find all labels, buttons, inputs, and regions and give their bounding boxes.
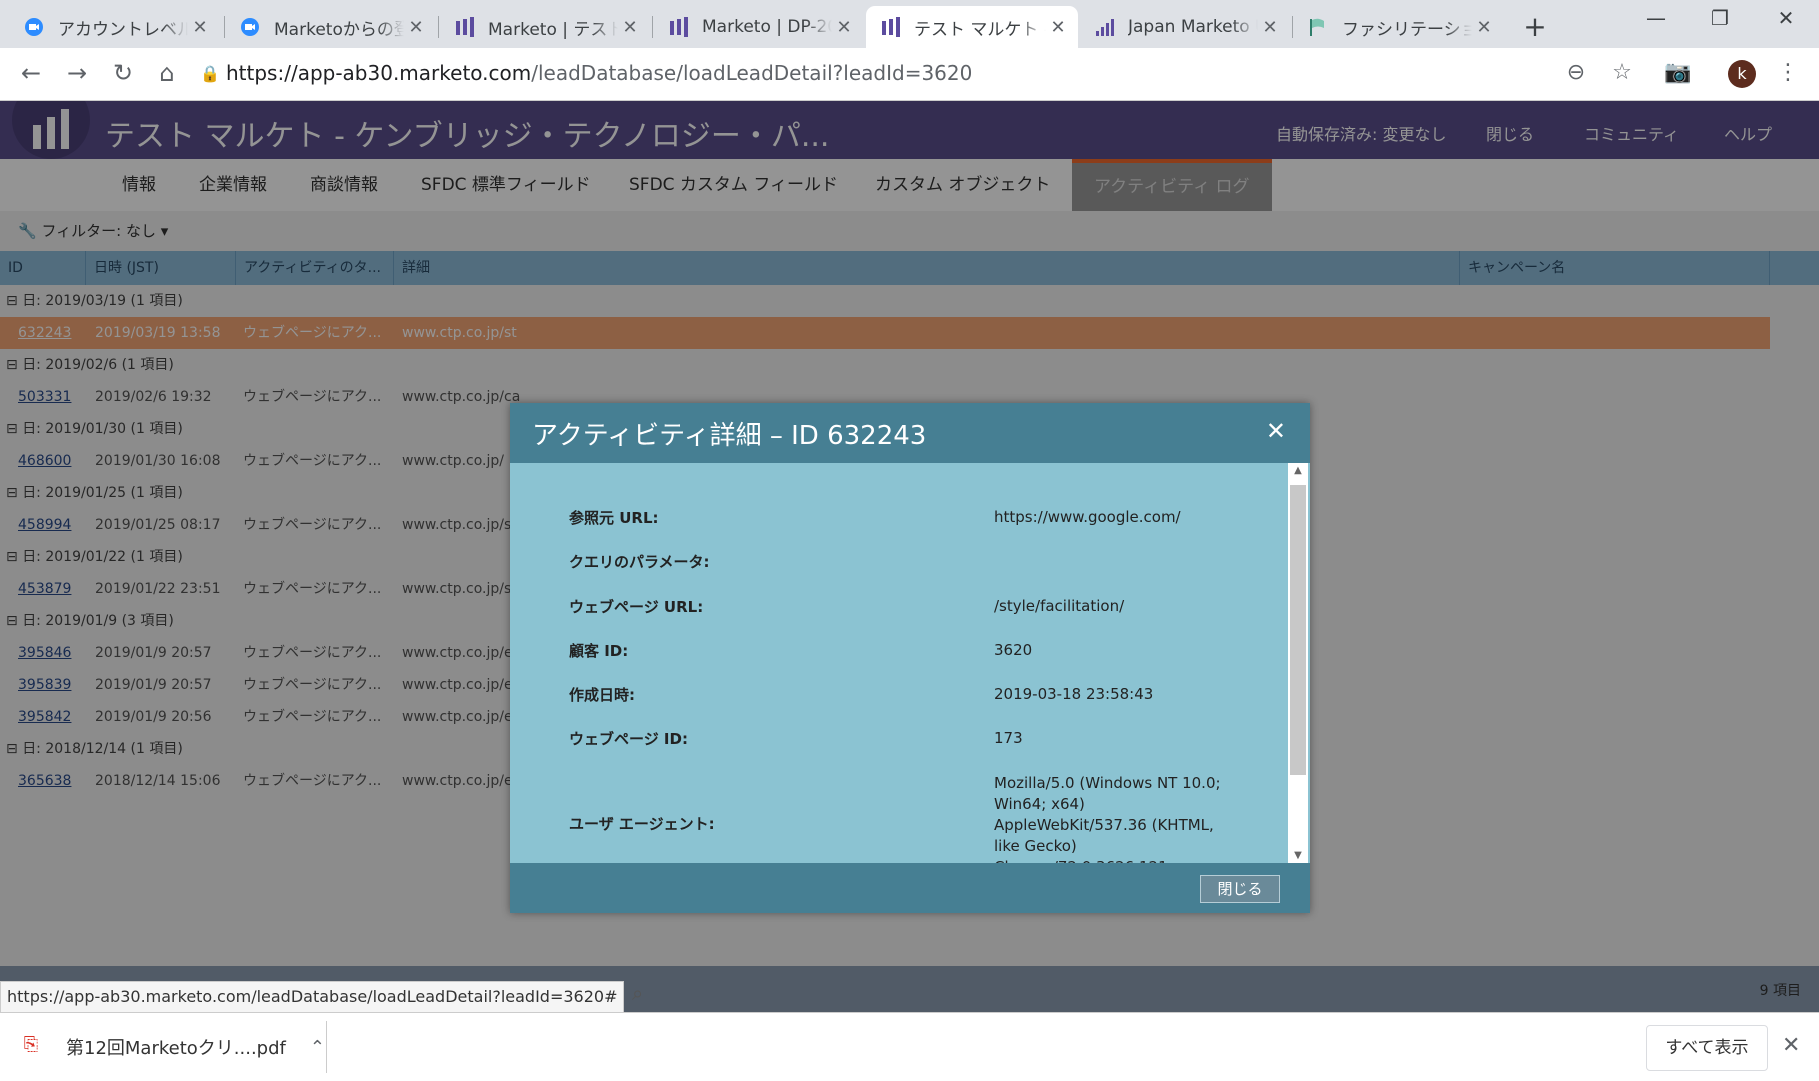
status-bar-url: https://app-ab30.marketo.com/leadDatabas…: [0, 981, 625, 1012]
close-icon[interactable]: ✕: [1266, 417, 1286, 445]
zoom-icon: [240, 17, 260, 37]
close-tab-icon[interactable]: ✕: [1472, 17, 1496, 38]
new-tab-button[interactable]: +: [1520, 10, 1550, 43]
detail-label: クエリのパラメータ:: [569, 553, 710, 571]
home-icon[interactable]: ⌂: [152, 58, 182, 88]
tab-title: ファシリテーションの: [1342, 19, 1472, 40]
tab-title: Marketoからの登: [274, 19, 404, 40]
zoom-out-icon[interactable]: ⊖: [1562, 60, 1590, 85]
address-bar[interactable]: 🔒 https://app-ab30.marketo.com/leadDatab…: [200, 54, 1630, 92]
close-tab-icon[interactable]: ✕: [1258, 17, 1282, 38]
pdf-icon: ⎘: [23, 1034, 39, 1055]
marketo-icon: [454, 17, 474, 37]
scroll-thumb[interactable]: [1290, 485, 1306, 775]
dialog-body: 参照元 URL: https://www.google.com/ クエリのパラメ…: [510, 463, 1310, 863]
browser-tab[interactable]: Marketoからの登 ✕: [226, 6, 436, 48]
tab-title: Marketo | DP-20: [702, 17, 832, 37]
marketo-icon: [880, 17, 900, 37]
analytics-icon: [1094, 17, 1114, 37]
download-item[interactable]: ⎘ 第12回Marketoクリ....pdf ⌃: [20, 1013, 325, 1081]
close-tab-icon[interactable]: ✕: [618, 17, 642, 38]
tab-separator: [1292, 16, 1293, 38]
detail-label: ユーザ エージェント:: [569, 815, 715, 833]
browser-tab-active[interactable]: テスト マルケト - ケ ✕: [866, 6, 1078, 48]
marketo-app: テスト マルケト - ケンブリッジ・テクノロジー・パ... 自動保存済み: 変更…: [0, 101, 1819, 1012]
download-shelf: ⎘ 第12回Marketoクリ....pdf ⌃ すべて表示 ✕: [0, 1012, 1819, 1081]
tab-separator: [224, 16, 225, 38]
browser-tab-strip: アカウントレベルの ✕ Marketoからの登 ✕ Marketo | テスト …: [0, 0, 1819, 48]
menu-kebab-icon[interactable]: ⋮: [1774, 60, 1802, 85]
detail-value: 3620: [994, 641, 1033, 659]
browser-tab[interactable]: アカウントレベルの ✕: [10, 6, 220, 48]
reload-icon[interactable]: ↻: [108, 58, 138, 88]
browser-tab[interactable]: Marketo | テスト ✕: [440, 6, 650, 48]
close-tab-icon[interactable]: ✕: [832, 17, 856, 38]
tab-title: Japan Marketo U: [1128, 17, 1258, 37]
scroll-down-icon[interactable]: ▼: [1288, 850, 1308, 861]
scroll-up-icon[interactable]: ▲: [1288, 465, 1308, 476]
restore-button[interactable]: ❐: [1700, 6, 1740, 30]
marketo-icon: [668, 17, 688, 37]
close-tab-icon[interactable]: ✕: [1046, 17, 1070, 38]
close-tab-icon[interactable]: ✕: [404, 17, 428, 38]
detail-value: Mozilla/5.0 (Windows NT 10.0; Win64; x64…: [994, 774, 1221, 863]
close-shelf-icon[interactable]: ✕: [1782, 1033, 1800, 1058]
detail-label: 顧客 ID:: [569, 642, 629, 660]
minimize-button[interactable]: —: [1636, 6, 1676, 30]
browser-toolbar: ← → ↻ ⌂ 🔒 https://app-ab30.marketo.com/l…: [0, 48, 1819, 101]
profile-avatar[interactable]: k: [1728, 60, 1756, 88]
dialog-title: アクティビティ詳細 – ID 632243: [532, 421, 927, 451]
browser-tab[interactable]: Marketo | DP-20 ✕: [654, 6, 864, 48]
detail-value: 2019-03-18 23:58:43: [994, 685, 1154, 703]
window-close-button[interactable]: ✕: [1766, 6, 1806, 30]
tab-title: Marketo | テスト: [488, 19, 618, 40]
detail-label: ウェブページ ID:: [569, 730, 688, 748]
url-host: https://app-ab30.marketo.com: [226, 61, 532, 85]
detail-label: 作成日時:: [569, 686, 635, 704]
detail-value: /style/facilitation/: [994, 597, 1125, 615]
close-tab-icon[interactable]: ✕: [188, 17, 212, 38]
flag-icon: [1308, 17, 1328, 37]
tab-title: アカウントレベルの: [58, 19, 188, 40]
zoom-icon: [24, 17, 44, 37]
tab-separator: [652, 16, 653, 38]
download-file-name: 第12回Marketoクリ....pdf: [66, 1038, 286, 1059]
url-path: /leadDatabase/loadLeadDetail?leadId=3620: [531, 61, 973, 85]
lock-icon: 🔒: [200, 63, 220, 83]
browser-tab[interactable]: ファシリテーションの ✕: [1294, 6, 1504, 48]
tab-title: テスト マルケト - ケ: [914, 19, 1046, 40]
show-all-button[interactable]: すべて表示: [1646, 1025, 1768, 1071]
search-icon[interactable]: ⌕: [632, 981, 643, 1005]
camera-icon[interactable]: 📷: [1664, 60, 1692, 85]
browser-tab[interactable]: Japan Marketo U ✕: [1080, 6, 1290, 48]
tab-separator: [438, 16, 439, 38]
dialog-close-button[interactable]: 閉じる: [1200, 875, 1280, 903]
activity-detail-dialog: アクティビティ詳細 – ID 632243 ✕ 参照元 URL: https:/…: [510, 403, 1310, 913]
forward-icon[interactable]: →: [62, 58, 92, 88]
chevron-up-icon[interactable]: ⌃: [310, 1037, 325, 1058]
detail-label: ウェブページ URL:: [569, 598, 704, 616]
divider: [326, 1021, 327, 1073]
detail-label: 参照元 URL:: [569, 509, 659, 527]
bookmark-star-icon[interactable]: ☆: [1608, 60, 1636, 85]
detail-value: https://www.google.com/: [994, 508, 1181, 526]
dialog-scrollbar[interactable]: ▲ ▼: [1288, 463, 1308, 863]
back-icon[interactable]: ←: [16, 58, 46, 88]
detail-value: 173: [994, 729, 1023, 747]
